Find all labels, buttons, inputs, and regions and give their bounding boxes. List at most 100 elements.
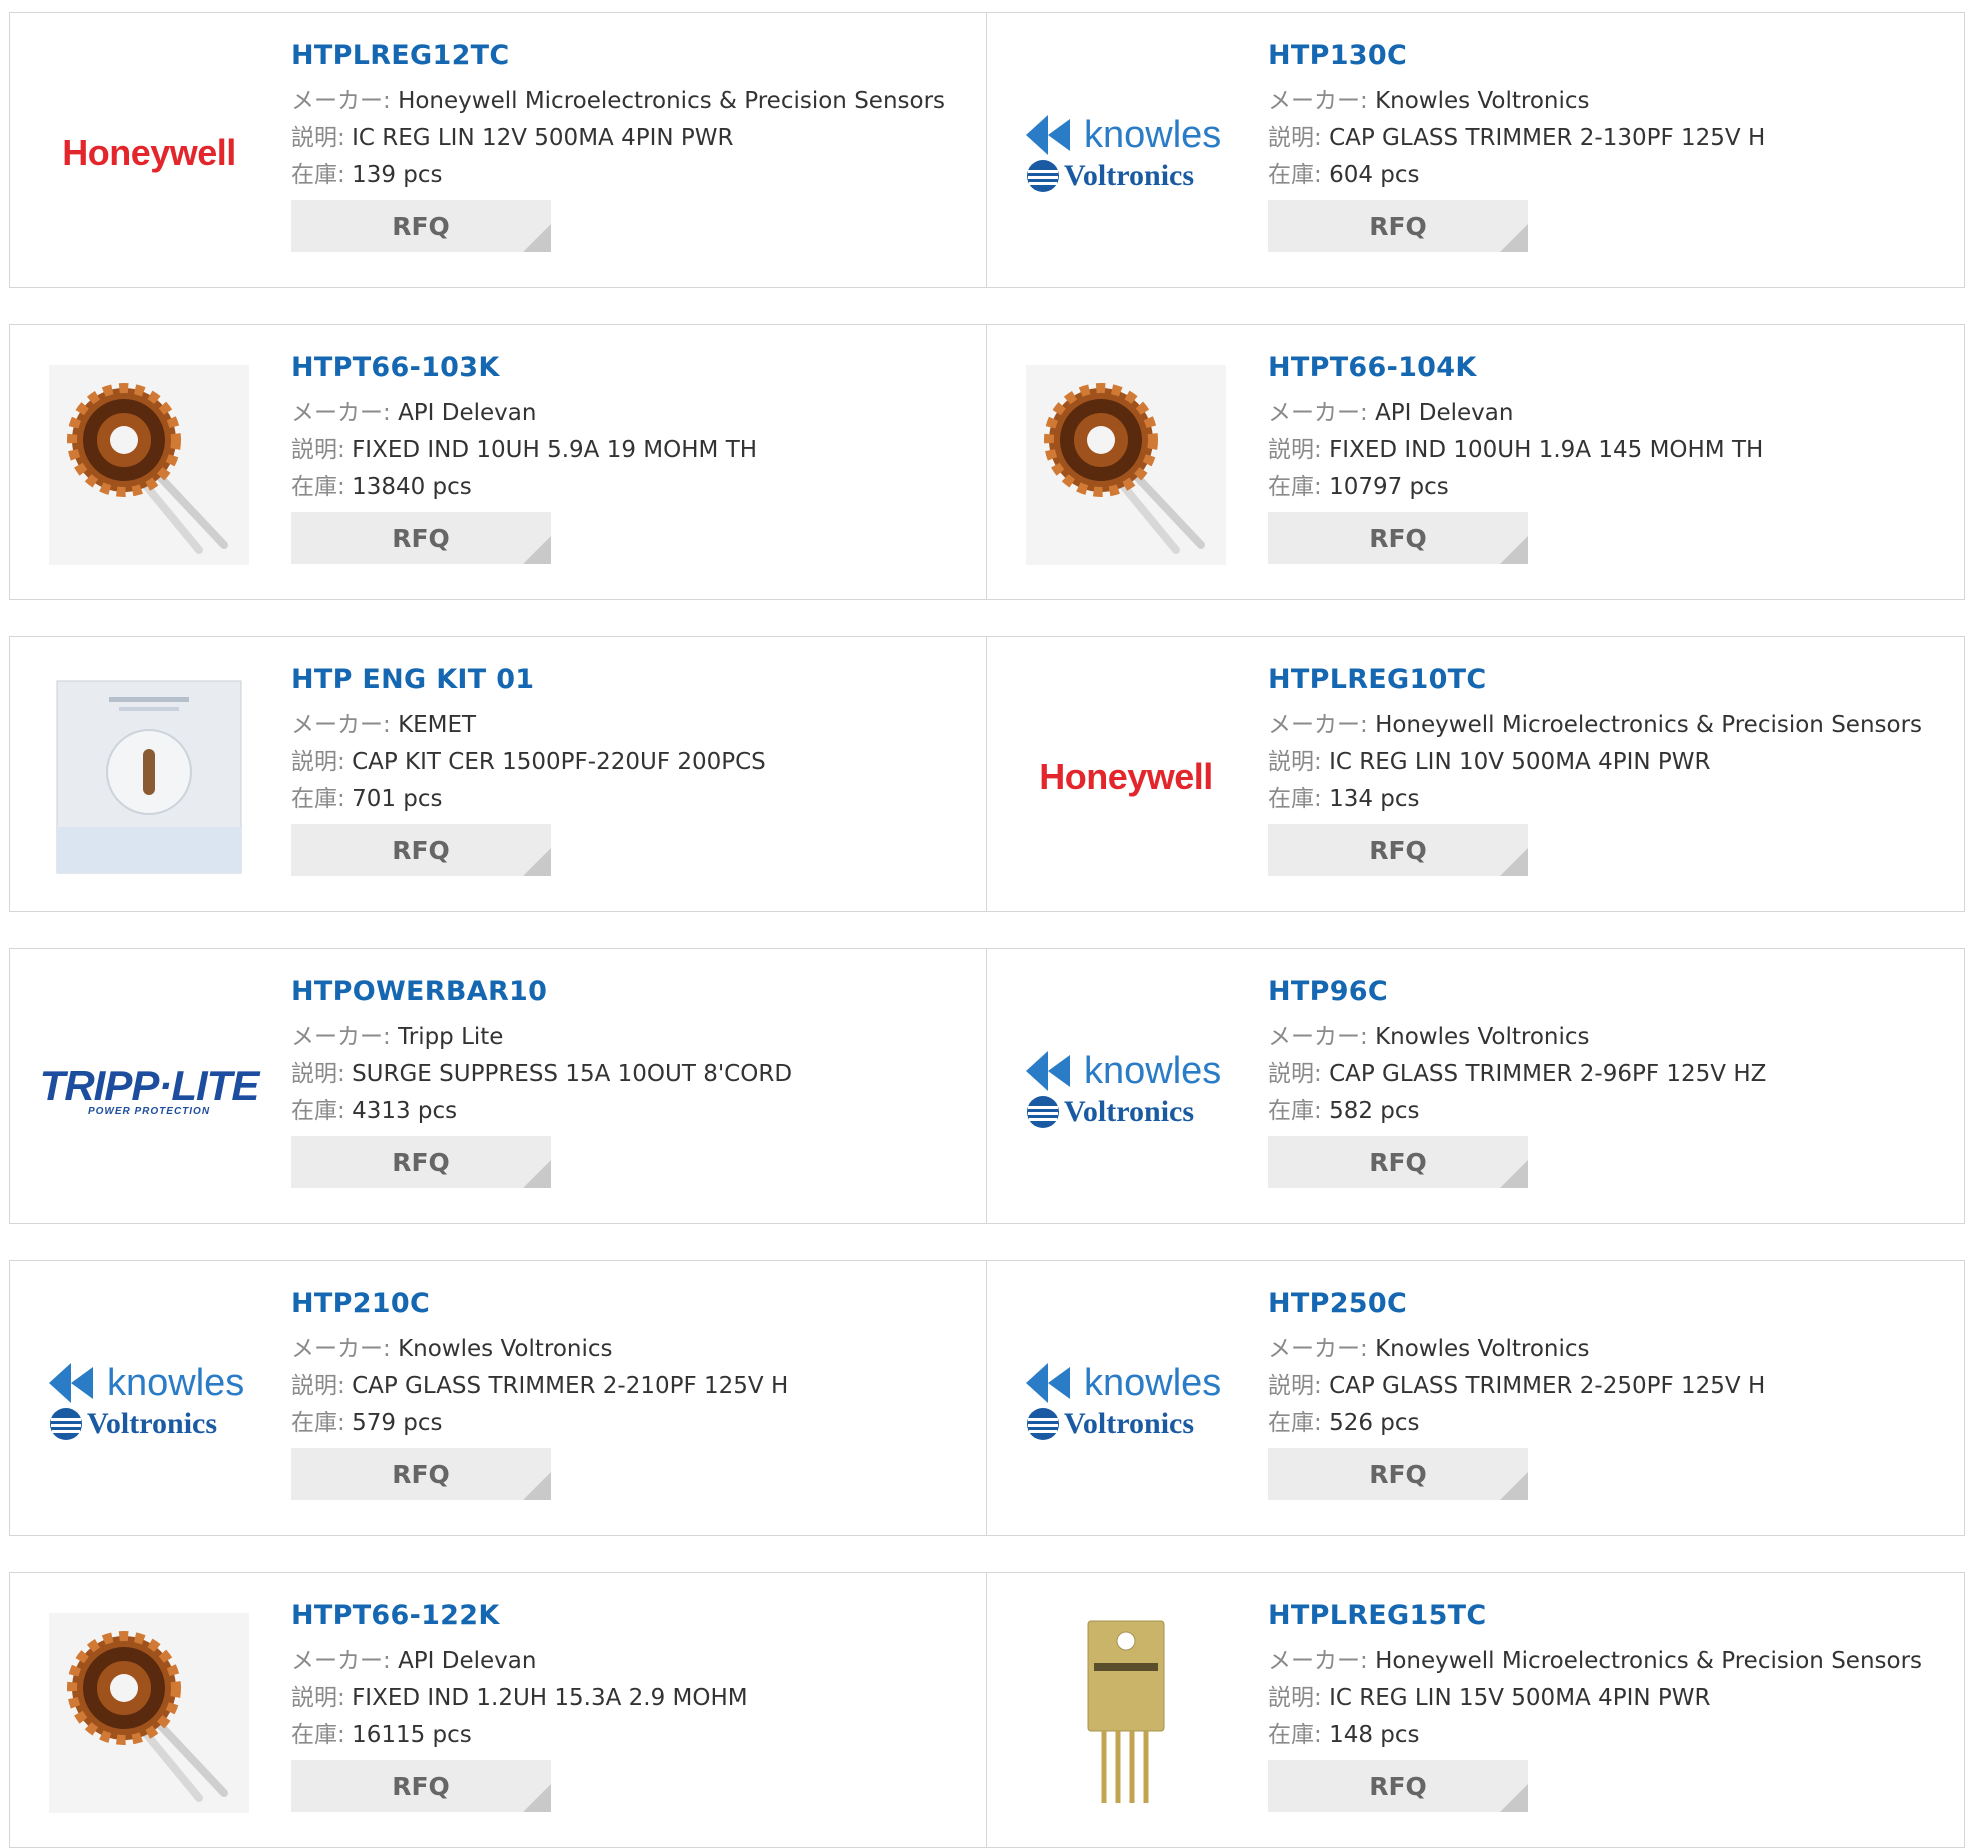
desc-value: SURGE SUPPRESS 15A 10OUT 8'CORD [352,1061,793,1087]
rfq-button[interactable]: RFQ [291,512,551,564]
stock-row: 在庫: 526 pcs [1268,1405,1765,1442]
desc-label: 説明: [1268,1685,1322,1711]
tripp-lite-logo: TRIPP·LITE POWER PROTECTION [39,1061,260,1117]
product-image[interactable] [1025,1613,1227,1813]
rfq-button[interactable]: RFQ [1268,824,1528,876]
desc-row: 説明: SURGE SUPPRESS 15A 10OUT 8'CORD [291,1056,792,1093]
desc-value: FIXED IND 10UH 5.9A 19 MOHM TH [352,437,758,463]
product-name-link[interactable]: HTP250C [1268,1287,1765,1321]
desc-value: CAP GLASS TRIMMER 2-96PF 125V HZ [1329,1061,1767,1087]
rfq-button[interactable]: RFQ [1268,1760,1528,1812]
product-grid: Honeywell HTPLREG12TC メーカー: Honeywell Mi… [9,12,1965,1848]
maker-row: メーカー: Honeywell Microelectronics & Preci… [291,83,945,120]
desc-row: 説明: FIXED IND 100UH 1.9A 145 MOHM TH [1268,432,1763,469]
desc-row: 説明: CAP GLASS TRIMMER 2-130PF 125V H [1268,120,1765,157]
maker-row: メーカー: Knowles Voltronics [1268,83,1765,120]
desc-row: 説明: CAP GLASS TRIMMER 2-96PF 125V HZ [1268,1056,1766,1093]
product-name-link[interactable]: HTP130C [1268,39,1765,73]
desc-value: CAP GLASS TRIMMER 2-130PF 125V H [1329,125,1766,151]
product-name-link[interactable]: HTPT66-103K [291,351,757,385]
stock-label: 在庫: [291,1722,345,1748]
maker-row: メーカー: Knowles Voltronics [1268,1331,1765,1368]
maker-row: メーカー: API Delevan [1268,395,1763,432]
rfq-button[interactable]: RFQ [291,824,551,876]
maker-value: Honeywell Microelectronics & Precision S… [398,88,946,114]
honeywell-logo: Honeywell [1039,756,1213,797]
rfq-button[interactable]: RFQ [291,1136,551,1188]
maker-label: メーカー: [291,88,391,114]
desc-row: 説明: IC REG LIN 12V 500MA 4PIN PWR [291,120,945,157]
product-card: Honeywell HTPLREG12TC メーカー: Honeywell Mi… [9,12,987,288]
maker-label: メーカー: [1268,712,1368,738]
desc-value: CAP GLASS TRIMMER 2-250PF 125V H [1329,1373,1766,1399]
honeywell-logo: Honeywell [62,132,236,173]
product-image[interactable]: knowles Voltronics [48,1301,250,1501]
maker-value: API Delevan [398,400,537,426]
product-name-link[interactable]: HTP96C [1268,975,1766,1009]
product-image[interactable]: knowles Voltronics [1025,53,1227,253]
product-image[interactable]: knowles Voltronics [1025,989,1227,1189]
desc-row: 説明: CAP KIT CER 1500PF-220UF 200PCS [291,744,766,781]
product-name-link[interactable]: HTPLREG12TC [291,39,945,73]
product-name-link[interactable]: HTPLREG15TC [1268,1599,1922,1633]
rfq-button[interactable]: RFQ [291,200,551,252]
desc-label: 説明: [1268,1373,1322,1399]
stock-row: 在庫: 13840 pcs [291,469,757,506]
maker-value: API Delevan [1375,400,1514,426]
maker-value: API Delevan [398,1648,537,1674]
maker-row: メーカー: API Delevan [291,395,757,432]
stock-value: 4313 pcs [352,1098,458,1124]
stock-label: 在庫: [1268,162,1322,188]
stock-row: 在庫: 134 pcs [1268,781,1922,818]
rfq-button[interactable]: RFQ [1268,1136,1528,1188]
stock-row: 在庫: 10797 pcs [1268,469,1763,506]
maker-label: メーカー: [291,400,391,426]
product-image[interactable] [1025,365,1227,565]
maker-label: メーカー: [1268,1336,1368,1362]
maker-value: Knowles Voltronics [1375,1336,1590,1362]
product-name-link[interactable]: HTPT66-104K [1268,351,1763,385]
product-name-link[interactable]: HTP ENG KIT 01 [291,663,766,697]
rfq-button[interactable]: RFQ [1268,1448,1528,1500]
product-card: knowles Voltronics HTP130C メーカー: Knowles … [987,12,1965,288]
stock-row: 在庫: 148 pcs [1268,1717,1922,1754]
knowles-voltronics-logo: knowles Voltronics [1026,1362,1226,1441]
maker-row: メーカー: Tripp Lite [291,1019,792,1056]
stock-label: 在庫: [1268,1098,1322,1124]
product-image[interactable]: TRIPP·LITE POWER PROTECTION [40,989,260,1189]
rfq-button[interactable]: RFQ [1268,200,1528,252]
stock-row: 在庫: 701 pcs [291,781,766,818]
product-name-link[interactable]: HTPLREG10TC [1268,663,1922,697]
maker-row: メーカー: Honeywell Microelectronics & Preci… [1268,707,1922,744]
product-image[interactable]: Honeywell [48,53,250,253]
product-image[interactable] [48,677,250,877]
maker-row: メーカー: Knowles Voltronics [1268,1019,1766,1056]
knowles-voltronics-logo: knowles Voltronics [49,1362,249,1441]
product-card: Honeywell HTPLREG10TC メーカー: Honeywell Mi… [987,636,1965,912]
maker-label: メーカー: [291,1024,391,1050]
product-image[interactable] [48,365,250,565]
product-image[interactable]: Honeywell [1025,677,1227,877]
desc-label: 説明: [291,1373,345,1399]
product-name-link[interactable]: HTPT66-122K [291,1599,748,1633]
product-name-link[interactable]: HTP210C [291,1287,788,1321]
rfq-button[interactable]: RFQ [1268,512,1528,564]
stock-label: 在庫: [291,474,345,500]
stock-row: 在庫: 139 pcs [291,157,945,194]
maker-label: メーカー: [1268,1024,1368,1050]
maker-value: Knowles Voltronics [398,1336,613,1362]
stock-label: 在庫: [291,162,345,188]
product-name-link[interactable]: HTPOWERBAR10 [291,975,792,1009]
maker-value: Knowles Voltronics [1375,88,1590,114]
stock-label: 在庫: [291,786,345,812]
stock-label: 在庫: [291,1098,345,1124]
rfq-button[interactable]: RFQ [291,1448,551,1500]
desc-value: IC REG LIN 12V 500MA 4PIN PWR [352,125,734,151]
desc-row: 説明: IC REG LIN 10V 500MA 4PIN PWR [1268,744,1922,781]
maker-value: KEMET [398,712,477,738]
product-image[interactable] [48,1613,250,1813]
rfq-button[interactable]: RFQ [291,1760,551,1812]
product-image[interactable]: knowles Voltronics [1025,1301,1227,1501]
desc-value: FIXED IND 100UH 1.9A 145 MOHM TH [1329,437,1764,463]
maker-row: メーカー: API Delevan [291,1643,748,1680]
